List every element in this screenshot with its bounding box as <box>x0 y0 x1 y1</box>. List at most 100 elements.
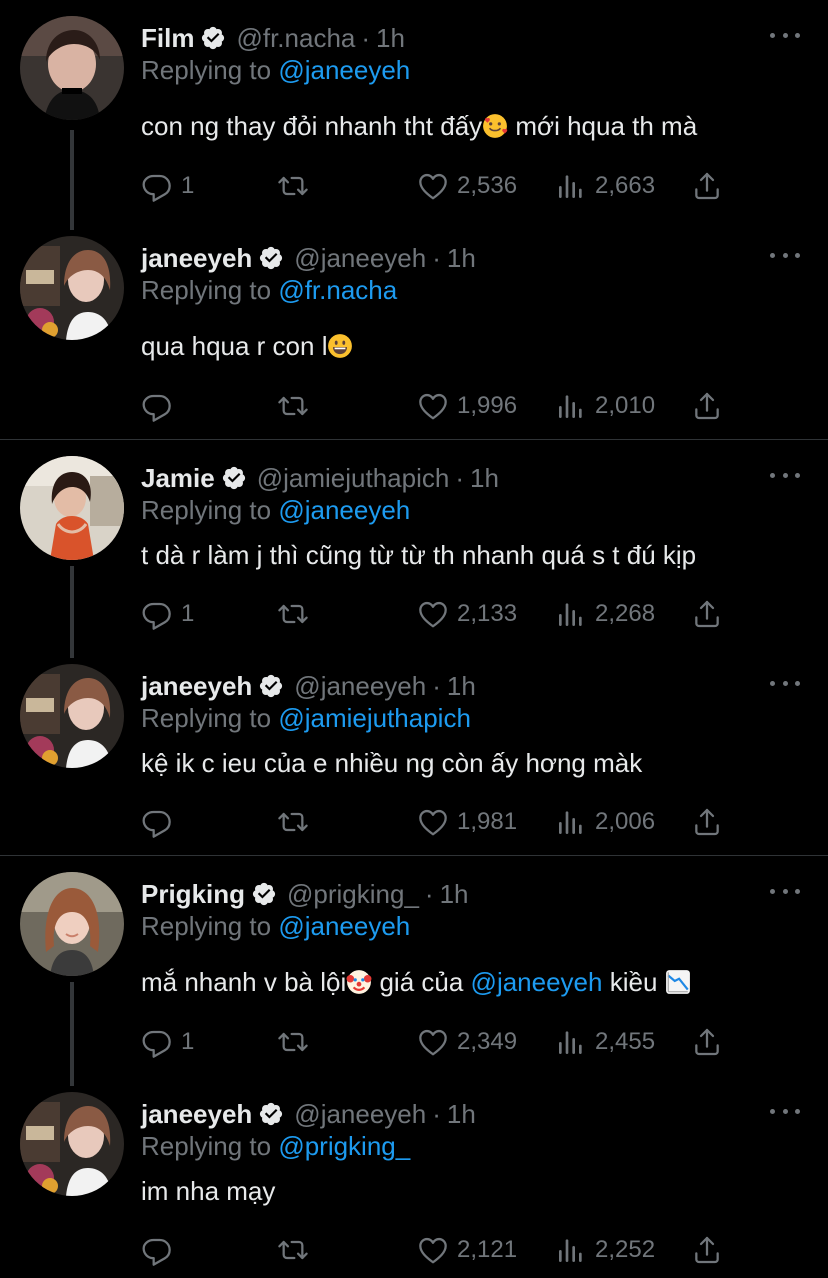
reply-button[interactable]: 1 <box>141 594 194 634</box>
user-handle[interactable]: @jamiejuthapich <box>257 463 450 494</box>
like-button[interactable]: 2,121 <box>417 1230 517 1270</box>
timestamp[interactable]: 1h <box>376 23 405 54</box>
like-button[interactable]: 2,349 <box>417 1022 517 1062</box>
tweet-header: Jamie @jamiejuthapich · 1h <box>141 461 499 495</box>
separator: · <box>361 22 371 53</box>
like-icon <box>417 1234 449 1266</box>
replying-to-mention[interactable]: @janeeyeh <box>278 55 410 85</box>
tweet[interactable]: Film @fr.nacha · 1h Replying to @janeeye… <box>0 0 828 220</box>
retweet-button[interactable] <box>277 594 317 634</box>
display-name[interactable]: Prigking <box>141 879 245 910</box>
smiling-face-with-hearts-emoji <box>483 114 508 138</box>
views-button[interactable]: 2,268 <box>555 594 655 634</box>
avatar[interactable] <box>20 456 124 560</box>
action-bar: 1,981 2,006 <box>141 802 741 842</box>
like-count: 2,121 <box>457 1236 518 1263</box>
replying-to-mention[interactable]: @prigking_ <box>278 1131 410 1161</box>
tweet[interactable]: janeeyeh @janeeyeh · 1h Replying to @jam… <box>0 648 828 855</box>
separator: · <box>432 242 441 273</box>
more-icon[interactable] <box>770 673 800 693</box>
like-button[interactable]: 2,133 <box>417 594 517 634</box>
tweet[interactable]: janeeyeh @janeeyeh · 1h Replying to @fr.… <box>0 220 828 439</box>
like-button[interactable]: 2,536 <box>417 166 517 206</box>
reply-icon <box>141 1026 173 1058</box>
reply-button[interactable] <box>141 1230 181 1270</box>
timestamp[interactable]: 1h <box>440 879 469 910</box>
tweet-text: im nha mạy <box>141 1176 275 1207</box>
views-button[interactable]: 2,252 <box>555 1230 655 1270</box>
more-icon[interactable] <box>770 465 800 485</box>
reply-button[interactable]: 1 <box>141 1022 194 1062</box>
more-icon[interactable] <box>770 25 800 45</box>
reply-button[interactable] <box>141 386 181 426</box>
action-bar: 2,121 2,252 <box>141 1230 741 1270</box>
share-button[interactable] <box>691 594 723 634</box>
display-name[interactable]: janeeyeh <box>141 671 252 702</box>
like-icon <box>417 1026 449 1058</box>
user-handle[interactable]: @fr.nacha <box>236 23 355 54</box>
timestamp[interactable]: 1h <box>447 243 476 274</box>
tweet-text-part: kiều <box>602 967 665 997</box>
display-name[interactable]: janeeyeh <box>141 1099 252 1130</box>
timestamp[interactable]: 1h <box>447 671 476 702</box>
timestamp[interactable]: 1h <box>470 463 499 494</box>
user-handle[interactable]: @janeeyeh <box>294 671 426 702</box>
share-button[interactable] <box>691 166 723 206</box>
tweet[interactable]: janeeyeh @janeeyeh · 1h Replying to @pri… <box>0 1076 828 1278</box>
replying-to-mention[interactable]: @janeeyeh <box>278 911 410 941</box>
tweet-header: janeeyeh @janeeyeh · 1h <box>141 241 476 275</box>
views-button[interactable]: 2,663 <box>555 166 655 206</box>
more-icon[interactable] <box>770 881 800 901</box>
separator: · <box>455 462 465 493</box>
tweet[interactable]: Prigking @prigking_ · 1h Replying to @ja… <box>0 856 828 1076</box>
views-button[interactable]: 2,455 <box>555 1022 655 1062</box>
more-icon[interactable] <box>770 1101 800 1121</box>
share-button[interactable] <box>691 1230 723 1270</box>
retweet-icon <box>277 390 309 422</box>
retweet-button[interactable] <box>277 1230 317 1270</box>
share-button[interactable] <box>691 802 723 842</box>
user-handle[interactable]: @janeeyeh <box>294 243 426 274</box>
view-count: 2,455 <box>595 1028 656 1055</box>
verified-badge-icon <box>221 465 247 491</box>
like-button[interactable]: 1,996 <box>417 386 517 426</box>
replying-to-mention[interactable]: @jamiejuthapich <box>278 703 471 733</box>
views-icon <box>555 1026 587 1058</box>
retweet-button[interactable] <box>277 802 317 842</box>
separator: · <box>432 1098 441 1129</box>
share-icon <box>691 1234 723 1266</box>
share-button[interactable] <box>691 386 723 426</box>
tweet-text-part: im nha mạy <box>141 1176 276 1206</box>
replying-to-prefix: Replying to <box>141 55 272 85</box>
display-name[interactable]: janeeyeh <box>141 243 252 274</box>
action-bar: 1,996 2,010 <box>141 386 741 426</box>
avatar[interactable] <box>20 872 124 976</box>
user-handle[interactable]: @prigking_ <box>287 879 419 910</box>
retweet-button[interactable] <box>277 386 317 426</box>
avatar[interactable] <box>20 16 124 120</box>
share-button[interactable] <box>691 1022 723 1062</box>
avatar[interactable] <box>20 1092 124 1196</box>
verified-badge-icon <box>200 25 226 51</box>
reply-button[interactable]: 1 <box>141 166 194 206</box>
retweet-button[interactable] <box>277 166 317 206</box>
display-name[interactable]: Jamie <box>141 463 215 494</box>
reply-button[interactable] <box>141 802 181 842</box>
avatar[interactable] <box>20 236 124 340</box>
tweet[interactable]: Jamie @jamiejuthapich · 1h Replying to @… <box>0 440 828 648</box>
display-name[interactable]: Film <box>141 23 194 54</box>
replying-to-mention[interactable]: @fr.nacha <box>278 275 397 305</box>
views-button[interactable]: 2,010 <box>555 386 655 426</box>
mention-link[interactable]: @janeeyeh <box>471 967 603 997</box>
avatar[interactable] <box>20 664 124 768</box>
tweet-text-part: qua hqua r con l <box>141 331 328 361</box>
like-button[interactable]: 1,981 <box>417 802 517 842</box>
views-button[interactable]: 2,006 <box>555 802 655 842</box>
replying-to-prefix: Replying to <box>141 703 272 733</box>
more-icon[interactable] <box>770 245 800 265</box>
action-bar: 1 2,536 2,663 <box>141 166 741 206</box>
replying-to-mention[interactable]: @janeeyeh <box>278 495 410 525</box>
user-handle[interactable]: @janeeyeh <box>294 1099 426 1130</box>
retweet-button[interactable] <box>277 1022 317 1062</box>
timestamp[interactable]: 1h <box>447 1099 476 1130</box>
